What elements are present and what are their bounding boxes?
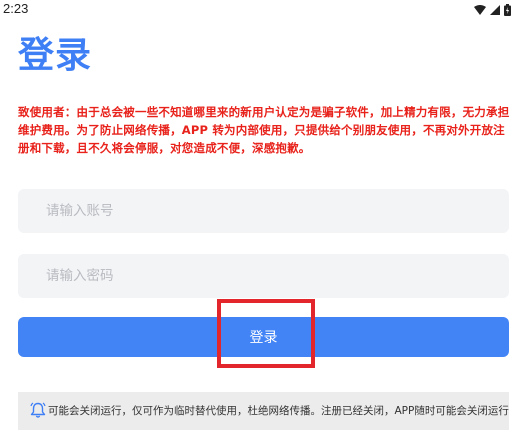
battery-icon [504,4,511,16]
marquee-bar: 可能会关闭运行，仅可作为临时替代使用，杜绝网络传播。注册已经关闭，APP随时可能… [18,392,509,430]
warning-notice: 致使用者：由于总会被一些不知道哪里来的新用户认定为是骗子软件，加上精力有限，无力… [18,105,510,155]
bell-icon [30,402,46,418]
status-time: 2:23 [3,1,29,16]
marquee-text: 可能会关闭运行，仅可作为临时替代使用，杜绝网络传播。注册已经关闭，APP随时可能… [48,405,509,417]
page-title: 登录 [18,35,93,76]
password-input[interactable] [18,254,509,298]
status-icons [474,4,511,16]
login-button-label: 登录 [249,330,278,346]
wifi-icon [474,5,486,15]
status-bar: 2:23 [0,0,525,20]
login-button[interactable]: 登录 [18,317,509,357]
account-input[interactable] [18,189,509,233]
signal-icon [490,5,500,15]
